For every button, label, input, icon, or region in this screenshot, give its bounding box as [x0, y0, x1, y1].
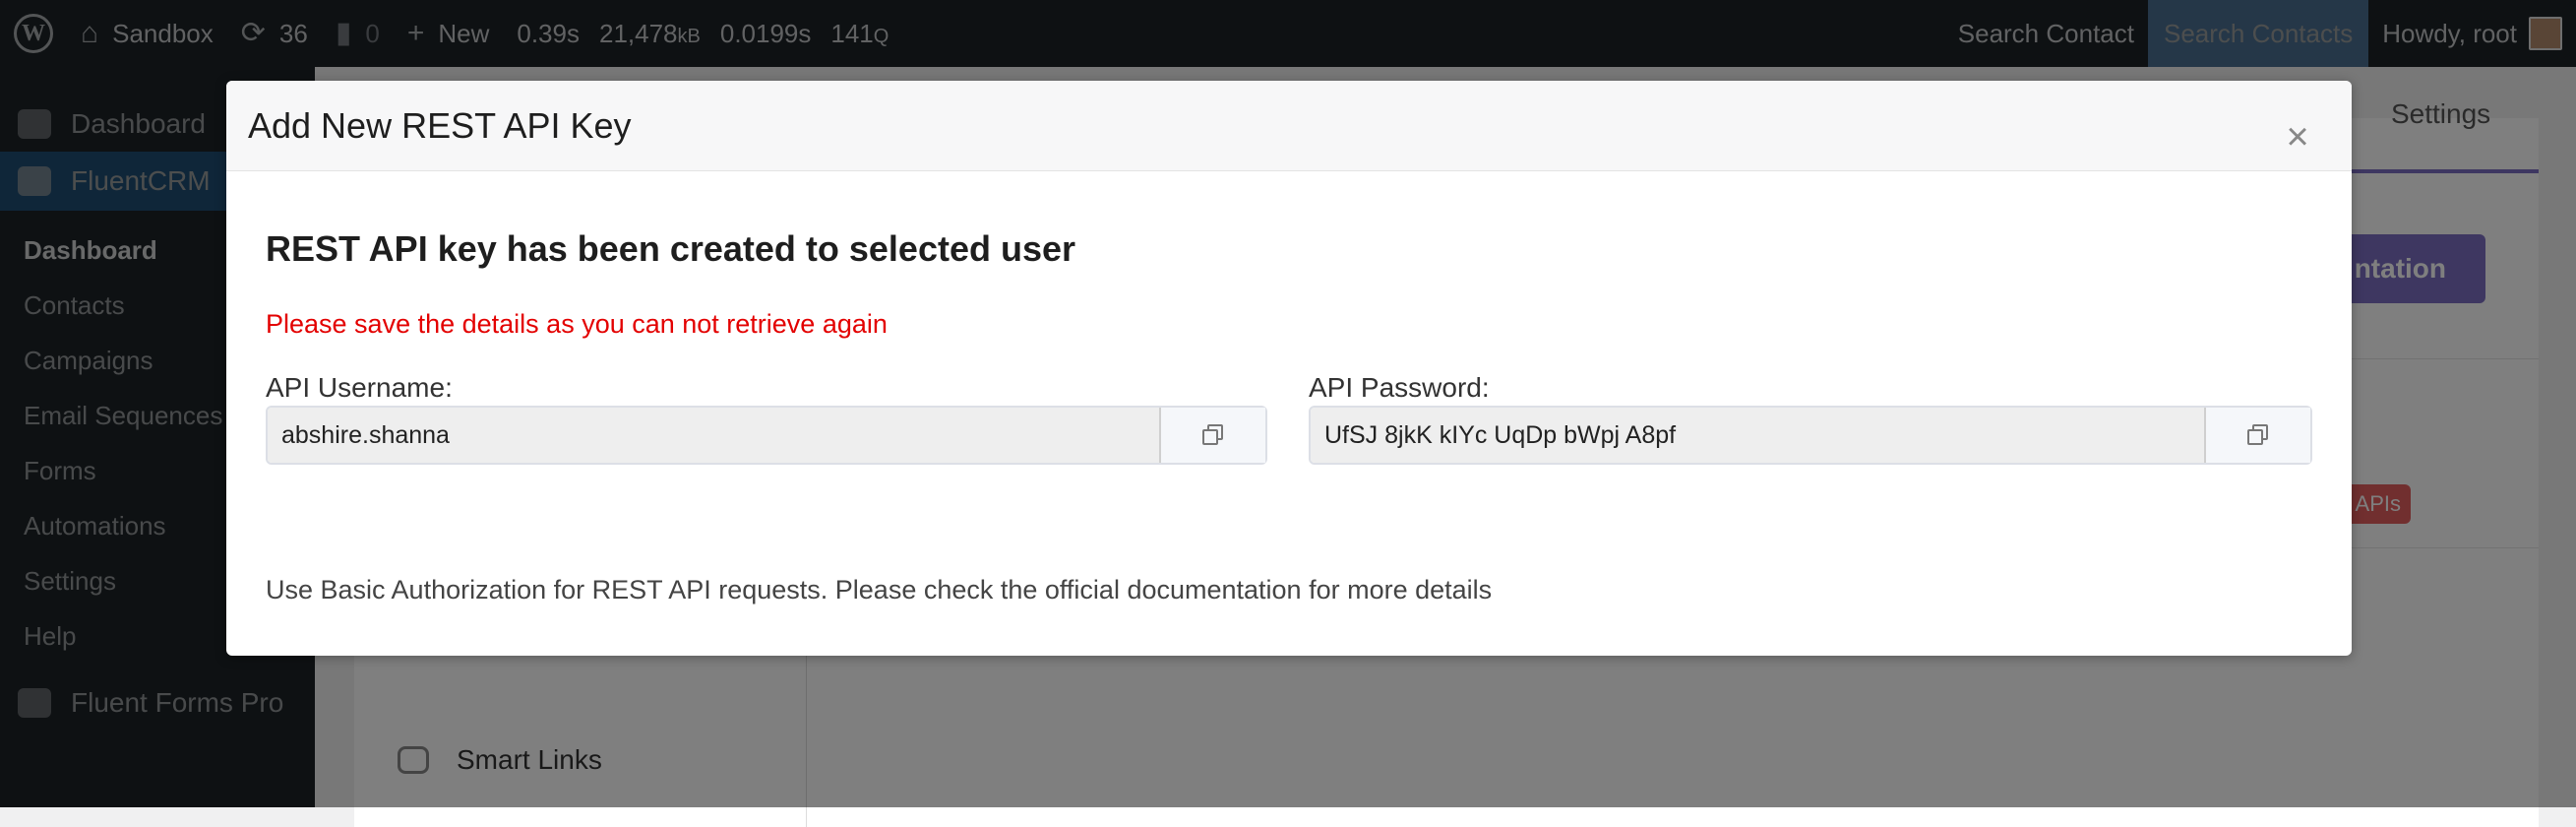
api-username-label: API Username:	[266, 372, 453, 403]
add-api-key-modal: Add New REST API Key × REST API key has …	[226, 81, 2352, 656]
close-icon[interactable]: ×	[2283, 117, 2312, 157]
modal-header: Add New REST API Key	[226, 81, 2352, 171]
copy-password-button[interactable]	[2206, 408, 2310, 463]
api-password-label: API Password:	[1309, 372, 1490, 403]
api-password-field	[1309, 406, 2312, 465]
modal-title: Add New REST API Key	[248, 104, 632, 146]
api-username-field	[266, 406, 1267, 465]
warning-message: Please save the details as you can not r…	[266, 309, 888, 339]
api-password-input[interactable]	[1311, 408, 2206, 463]
copy-username-button[interactable]	[1161, 408, 1265, 463]
success-heading: REST API key has been created to selecte…	[266, 228, 1076, 269]
api-username-input[interactable]	[268, 408, 1161, 463]
copy-icon	[2247, 424, 2269, 446]
copy-icon	[1202, 424, 1224, 446]
help-text: Use Basic Authorization for REST API req…	[266, 575, 1493, 604]
